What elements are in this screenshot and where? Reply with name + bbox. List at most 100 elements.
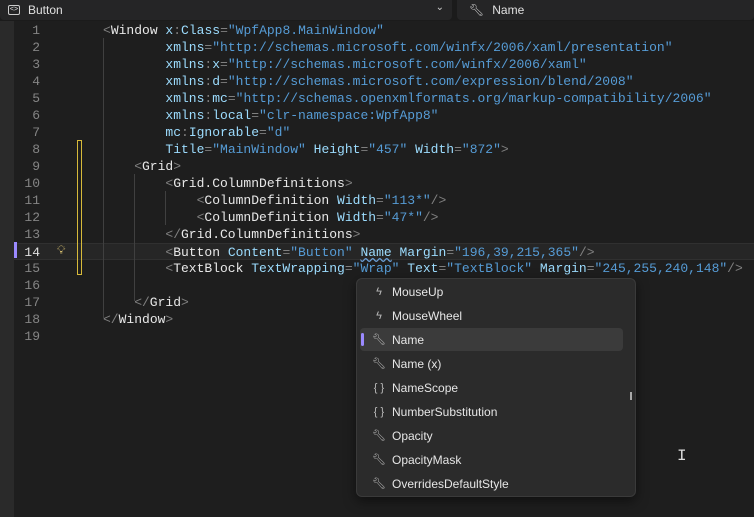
element-dropdown[interactable]: <> Button ⌄	[0, 0, 452, 20]
code-token: Grid.ColumnDefinitions	[181, 227, 353, 242]
completion-item[interactable]: { } NumberSubstitution	[360, 400, 623, 423]
code-token: >	[500, 142, 509, 157]
code-token: Title	[165, 142, 205, 157]
completion-item[interactable]: 🔧︎ Name (x)	[360, 352, 623, 375]
completion-item[interactable]: 🔧︎ Name	[360, 328, 623, 351]
code-token: mc	[165, 125, 181, 140]
braces-icon: { }	[373, 381, 385, 394]
line-number: 12	[24, 210, 40, 225]
line-number: 19	[24, 329, 40, 344]
line-number: 14	[24, 245, 40, 260]
code-text: <Window x:Class="WpfApp8.MainWindow"	[103, 22, 384, 39]
code-token: Window	[118, 312, 166, 327]
code-line[interactable]: 11 <ColumnDefinition Width="113*"/>	[14, 192, 754, 209]
line-number: 9	[32, 159, 40, 174]
code-token: "http://schemas.openxmlformats.org/marku…	[235, 91, 712, 106]
code-token: xmlns	[165, 74, 205, 89]
code-line[interactable]: 5 xmlns:mc="http://schemas.openxmlformats…	[14, 90, 754, 107]
code-token: </	[134, 295, 150, 310]
code-line[interactable]: 15 <TextBlock TextWrapping="Wrap" Text="T…	[14, 260, 754, 277]
code-token: </	[165, 227, 181, 242]
completion-list[interactable]: ϟ MouseUp ϟ MouseWheel 🔧︎ Name 🔧︎ Name (x) { } Na…	[356, 278, 636, 497]
editor-margin	[0, 21, 14, 517]
code-token: =	[220, 23, 228, 38]
completion-item-label: NumberSubstitution	[392, 404, 498, 419]
line-number: 11	[24, 193, 40, 208]
completion-item[interactable]: ϟ MouseWheel	[360, 304, 623, 327]
code-token: "TextBlock"	[446, 261, 533, 276]
code-text: </Grid.ColumnDefinitions>	[165, 226, 360, 243]
code-line[interactable]: 10 <Grid.ColumnDefinitions>	[14, 175, 754, 192]
completion-item[interactable]: 🔧︎ Opacity	[360, 424, 623, 447]
code-token: />	[430, 193, 447, 208]
completion-item[interactable]: 🔧︎ OverridesDefaultStyle	[360, 472, 623, 495]
code-line[interactable]: 3 xmlns:x="http://schemas.microsoft.com/w…	[14, 56, 754, 73]
code-token: "47*"	[383, 210, 423, 225]
code-token: =	[251, 108, 260, 123]
code-token: Class	[181, 23, 221, 38]
code-text: Title="MainWindow" Height="457" Width="8…	[165, 141, 508, 158]
completion-item[interactable]: { } NameScope	[360, 376, 623, 399]
code-line[interactable]: 9 <Grid>	[14, 158, 754, 175]
current-line-marker	[14, 242, 17, 258]
code-text: <ColumnDefinition Width="113*"/>	[197, 192, 447, 209]
code-token: >	[181, 295, 189, 310]
code-text: xmlns="http://schemas.microsoft.com/winf…	[165, 39, 672, 56]
line-number: 2	[32, 40, 40, 55]
code-token: Margin	[391, 245, 447, 260]
member-dropdown[interactable]: 🔧︎ Name	[457, 0, 754, 20]
code-token: <	[134, 159, 142, 174]
code-token: Margin	[532, 261, 587, 276]
code-token: "Button"	[290, 245, 353, 260]
event-icon: ϟ	[376, 309, 382, 322]
line-number: 18	[24, 312, 40, 327]
property-icon: 🔧︎	[372, 454, 386, 466]
code-line[interactable]: 8 Title="MainWindow" Height="457" Width="…	[14, 141, 754, 158]
completion-item-label: Opacity	[392, 428, 433, 443]
code-token: xmlns	[165, 91, 205, 106]
code-token: >	[165, 312, 174, 327]
code-token: TextWrapping	[243, 261, 345, 276]
code-text: <Grid.ColumnDefinitions>	[165, 175, 352, 192]
code-token: :	[181, 125, 189, 140]
code-line[interactable]: 1 <Window x:Class="WpfApp8.MainWindow"	[14, 22, 754, 39]
code-token: =	[376, 210, 384, 225]
code-line[interactable]: 7 mc:Ignorable="d"	[14, 124, 754, 141]
property-icon: 🔧︎	[372, 358, 386, 370]
indent-guide	[165, 191, 166, 225]
code-token: />	[422, 210, 439, 225]
mouse-cursor-ibeam: I	[677, 447, 687, 465]
code-token: "d"	[266, 125, 291, 140]
code-token: Text	[399, 261, 439, 276]
line-number: 7	[32, 125, 40, 140]
code-line[interactable]: 13 </Grid.ColumnDefinitions>	[14, 226, 754, 243]
code-line[interactable]: 14 <Button Content="Button" Name Margin="…	[14, 243, 754, 260]
scrollbar-thumb[interactable]	[630, 392, 632, 400]
line-number: 16	[24, 278, 40, 293]
code-token: x	[157, 23, 174, 38]
code-token: Height	[305, 142, 361, 157]
code-token: >	[352, 227, 361, 242]
code-text: <Button Content="Button" Name Margin="19…	[165, 244, 594, 261]
code-token: "872"	[461, 142, 501, 157]
completion-item-label: NameScope	[392, 380, 459, 395]
code-line[interactable]: 2 xmlns="http://schemas.microsoft.com/win…	[14, 39, 754, 56]
code-token: "WpfApp8.MainWindow"	[227, 23, 384, 38]
code-token: x	[212, 57, 221, 72]
code-token: "113*"	[383, 193, 431, 208]
code-token: "clr-namespace:WpfApp8"	[259, 108, 439, 123]
code-token: Button	[173, 245, 221, 260]
code-token: "http://schemas.microsoft.com/winfx/2006…	[227, 57, 587, 72]
code-text: <Grid>	[134, 158, 181, 175]
code-token: =	[454, 142, 462, 157]
code-token: Grid	[149, 295, 182, 310]
lightbulb-icon[interactable]: 💡︎	[57, 243, 65, 258]
code-line[interactable]: 6 xmlns:local="clr-namespace:WpfApp8"	[14, 107, 754, 124]
code-line[interactable]: 12 <ColumnDefinition Width="47*"/>	[14, 209, 754, 226]
completion-item[interactable]: ϟ MouseUp	[360, 280, 623, 303]
completion-item[interactable]: 🔧︎ OpacityMask	[360, 448, 623, 471]
code-token: =	[220, 74, 228, 89]
line-number: 1	[32, 23, 40, 38]
property-icon: 🔧︎	[372, 334, 386, 346]
code-line[interactable]: 4 xmlns:d="http://schemas.microsoft.com/e…	[14, 73, 754, 90]
